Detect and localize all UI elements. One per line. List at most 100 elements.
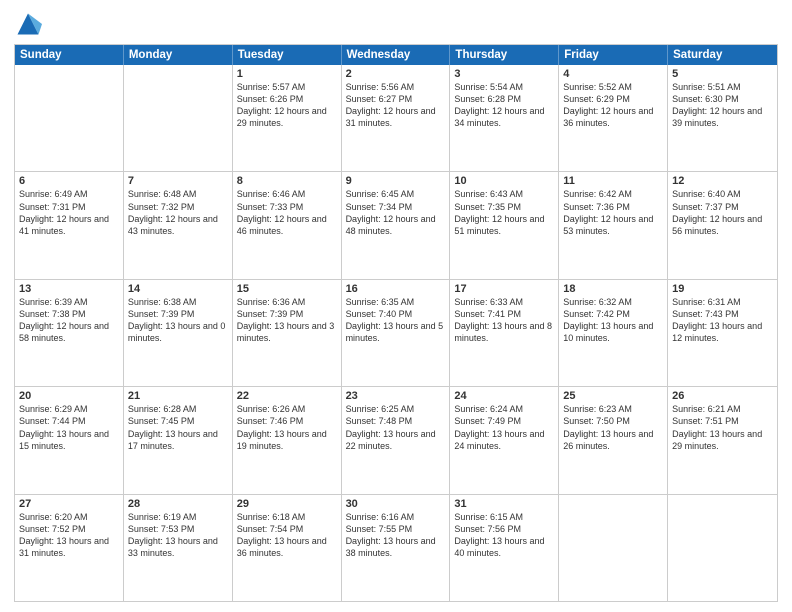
day-info: Sunrise: 5:54 AM Sunset: 6:28 PM Dayligh… <box>454 81 554 130</box>
day-number: 27 <box>19 498 119 510</box>
day-info: Sunrise: 6:46 AM Sunset: 7:33 PM Dayligh… <box>237 188 337 237</box>
day-info: Sunrise: 6:24 AM Sunset: 7:49 PM Dayligh… <box>454 403 554 452</box>
day-info: Sunrise: 6:26 AM Sunset: 7:46 PM Dayligh… <box>237 403 337 452</box>
day-info: Sunrise: 5:56 AM Sunset: 6:27 PM Dayligh… <box>346 81 446 130</box>
calendar-day-6: 6Sunrise: 6:49 AM Sunset: 7:31 PM Daylig… <box>15 172 124 278</box>
day-number: 4 <box>563 68 663 80</box>
calendar-day-28: 28Sunrise: 6:19 AM Sunset: 7:53 PM Dayli… <box>124 495 233 601</box>
day-number: 9 <box>346 175 446 187</box>
calendar-day-21: 21Sunrise: 6:28 AM Sunset: 7:45 PM Dayli… <box>124 387 233 493</box>
logo <box>14 10 46 38</box>
calendar-day-25: 25Sunrise: 6:23 AM Sunset: 7:50 PM Dayli… <box>559 387 668 493</box>
calendar-day-9: 9Sunrise: 6:45 AM Sunset: 7:34 PM Daylig… <box>342 172 451 278</box>
calendar-day-23: 23Sunrise: 6:25 AM Sunset: 7:48 PM Dayli… <box>342 387 451 493</box>
calendar-day-4: 4Sunrise: 5:52 AM Sunset: 6:29 PM Daylig… <box>559 65 668 171</box>
day-number: 26 <box>672 390 773 402</box>
day-number: 8 <box>237 175 337 187</box>
day-number: 10 <box>454 175 554 187</box>
calendar-day-31: 31Sunrise: 6:15 AM Sunset: 7:56 PM Dayli… <box>450 495 559 601</box>
day-info: Sunrise: 5:52 AM Sunset: 6:29 PM Dayligh… <box>563 81 663 130</box>
day-info: Sunrise: 6:35 AM Sunset: 7:40 PM Dayligh… <box>346 296 446 345</box>
day-number: 2 <box>346 68 446 80</box>
day-number: 25 <box>563 390 663 402</box>
day-info: Sunrise: 6:31 AM Sunset: 7:43 PM Dayligh… <box>672 296 773 345</box>
header-day-monday: Monday <box>124 45 233 65</box>
page: SundayMondayTuesdayWednesdayThursdayFrid… <box>0 0 792 612</box>
calendar-day-27: 27Sunrise: 6:20 AM Sunset: 7:52 PM Dayli… <box>15 495 124 601</box>
day-info: Sunrise: 6:38 AM Sunset: 7:39 PM Dayligh… <box>128 296 228 345</box>
day-info: Sunrise: 6:15 AM Sunset: 7:56 PM Dayligh… <box>454 511 554 560</box>
calendar-week-2: 6Sunrise: 6:49 AM Sunset: 7:31 PM Daylig… <box>15 171 777 278</box>
calendar-week-3: 13Sunrise: 6:39 AM Sunset: 7:38 PM Dayli… <box>15 279 777 386</box>
day-number: 23 <box>346 390 446 402</box>
day-info: Sunrise: 6:33 AM Sunset: 7:41 PM Dayligh… <box>454 296 554 345</box>
calendar-empty-cell <box>15 65 124 171</box>
calendar-day-12: 12Sunrise: 6:40 AM Sunset: 7:37 PM Dayli… <box>668 172 777 278</box>
day-info: Sunrise: 6:43 AM Sunset: 7:35 PM Dayligh… <box>454 188 554 237</box>
calendar-day-26: 26Sunrise: 6:21 AM Sunset: 7:51 PM Dayli… <box>668 387 777 493</box>
day-info: Sunrise: 6:20 AM Sunset: 7:52 PM Dayligh… <box>19 511 119 560</box>
day-number: 12 <box>672 175 773 187</box>
calendar-day-3: 3Sunrise: 5:54 AM Sunset: 6:28 PM Daylig… <box>450 65 559 171</box>
day-number: 13 <box>19 283 119 295</box>
day-number: 20 <box>19 390 119 402</box>
calendar-day-16: 16Sunrise: 6:35 AM Sunset: 7:40 PM Dayli… <box>342 280 451 386</box>
header-day-thursday: Thursday <box>450 45 559 65</box>
calendar-day-19: 19Sunrise: 6:31 AM Sunset: 7:43 PM Dayli… <box>668 280 777 386</box>
day-number: 19 <box>672 283 773 295</box>
calendar-day-10: 10Sunrise: 6:43 AM Sunset: 7:35 PM Dayli… <box>450 172 559 278</box>
day-number: 18 <box>563 283 663 295</box>
calendar-day-24: 24Sunrise: 6:24 AM Sunset: 7:49 PM Dayli… <box>450 387 559 493</box>
calendar-day-2: 2Sunrise: 5:56 AM Sunset: 6:27 PM Daylig… <box>342 65 451 171</box>
day-info: Sunrise: 5:57 AM Sunset: 6:26 PM Dayligh… <box>237 81 337 130</box>
calendar-week-4: 20Sunrise: 6:29 AM Sunset: 7:44 PM Dayli… <box>15 386 777 493</box>
calendar-day-5: 5Sunrise: 5:51 AM Sunset: 6:30 PM Daylig… <box>668 65 777 171</box>
day-info: Sunrise: 6:29 AM Sunset: 7:44 PM Dayligh… <box>19 403 119 452</box>
logo-icon <box>14 10 42 38</box>
day-number: 6 <box>19 175 119 187</box>
day-info: Sunrise: 6:28 AM Sunset: 7:45 PM Dayligh… <box>128 403 228 452</box>
header-day-saturday: Saturday <box>668 45 777 65</box>
day-number: 24 <box>454 390 554 402</box>
calendar-day-1: 1Sunrise: 5:57 AM Sunset: 6:26 PM Daylig… <box>233 65 342 171</box>
day-number: 31 <box>454 498 554 510</box>
calendar-day-8: 8Sunrise: 6:46 AM Sunset: 7:33 PM Daylig… <box>233 172 342 278</box>
day-number: 17 <box>454 283 554 295</box>
day-number: 28 <box>128 498 228 510</box>
day-info: Sunrise: 6:49 AM Sunset: 7:31 PM Dayligh… <box>19 188 119 237</box>
header-day-friday: Friday <box>559 45 668 65</box>
calendar-week-1: 1Sunrise: 5:57 AM Sunset: 6:26 PM Daylig… <box>15 65 777 171</box>
calendar-day-30: 30Sunrise: 6:16 AM Sunset: 7:55 PM Dayli… <box>342 495 451 601</box>
day-number: 30 <box>346 498 446 510</box>
calendar-day-22: 22Sunrise: 6:26 AM Sunset: 7:46 PM Dayli… <box>233 387 342 493</box>
calendar-day-11: 11Sunrise: 6:42 AM Sunset: 7:36 PM Dayli… <box>559 172 668 278</box>
day-number: 15 <box>237 283 337 295</box>
day-info: Sunrise: 6:32 AM Sunset: 7:42 PM Dayligh… <box>563 296 663 345</box>
calendar-day-29: 29Sunrise: 6:18 AM Sunset: 7:54 PM Dayli… <box>233 495 342 601</box>
day-info: Sunrise: 6:45 AM Sunset: 7:34 PM Dayligh… <box>346 188 446 237</box>
day-info: Sunrise: 6:21 AM Sunset: 7:51 PM Dayligh… <box>672 403 773 452</box>
day-info: Sunrise: 6:25 AM Sunset: 7:48 PM Dayligh… <box>346 403 446 452</box>
day-number: 11 <box>563 175 663 187</box>
calendar-day-20: 20Sunrise: 6:29 AM Sunset: 7:44 PM Dayli… <box>15 387 124 493</box>
calendar-day-15: 15Sunrise: 6:36 AM Sunset: 7:39 PM Dayli… <box>233 280 342 386</box>
day-number: 5 <box>672 68 773 80</box>
calendar-week-5: 27Sunrise: 6:20 AM Sunset: 7:52 PM Dayli… <box>15 494 777 601</box>
day-info: Sunrise: 6:48 AM Sunset: 7:32 PM Dayligh… <box>128 188 228 237</box>
day-number: 29 <box>237 498 337 510</box>
calendar: SundayMondayTuesdayWednesdayThursdayFrid… <box>14 44 778 602</box>
calendar-day-18: 18Sunrise: 6:32 AM Sunset: 7:42 PM Dayli… <box>559 280 668 386</box>
calendar-day-7: 7Sunrise: 6:48 AM Sunset: 7:32 PM Daylig… <box>124 172 233 278</box>
day-number: 22 <box>237 390 337 402</box>
day-info: Sunrise: 6:36 AM Sunset: 7:39 PM Dayligh… <box>237 296 337 345</box>
header-day-wednesday: Wednesday <box>342 45 451 65</box>
header-day-sunday: Sunday <box>15 45 124 65</box>
day-info: Sunrise: 6:19 AM Sunset: 7:53 PM Dayligh… <box>128 511 228 560</box>
header-day-tuesday: Tuesday <box>233 45 342 65</box>
calendar-day-17: 17Sunrise: 6:33 AM Sunset: 7:41 PM Dayli… <box>450 280 559 386</box>
day-info: Sunrise: 6:18 AM Sunset: 7:54 PM Dayligh… <box>237 511 337 560</box>
calendar-empty-cell <box>124 65 233 171</box>
calendar-header: SundayMondayTuesdayWednesdayThursdayFrid… <box>15 45 777 65</box>
day-number: 14 <box>128 283 228 295</box>
day-info: Sunrise: 5:51 AM Sunset: 6:30 PM Dayligh… <box>672 81 773 130</box>
